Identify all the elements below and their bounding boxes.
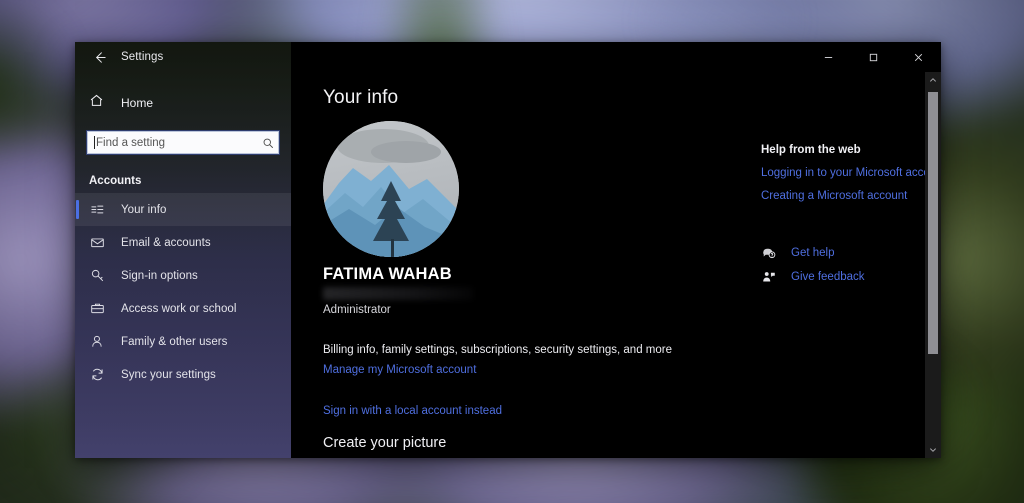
content-scroll-area: Your info FATIMA WAHAB Administrator Bil… bbox=[291, 72, 941, 458]
help-link-creating-account[interactable]: Creating a Microsoft account bbox=[761, 190, 941, 202]
avatar[interactable] bbox=[323, 121, 459, 257]
sidebar-item-signin-options[interactable]: Sign-in options bbox=[75, 259, 291, 292]
help-from-web-panel: Help from the web Logging in to your Mic… bbox=[761, 144, 941, 290]
search-icon[interactable] bbox=[262, 137, 274, 149]
sidebar-item-sync-settings[interactable]: Sync your settings bbox=[75, 358, 291, 391]
sidebar-item-access-work-school[interactable]: Access work or school bbox=[75, 292, 291, 325]
question-bubble-icon bbox=[761, 246, 777, 260]
window-controls bbox=[291, 42, 941, 72]
sidebar-item-home[interactable]: Home bbox=[75, 86, 291, 120]
scrollbar-track[interactable] bbox=[925, 88, 941, 442]
page-title: Your info bbox=[323, 87, 399, 108]
create-your-picture-heading: Create your picture bbox=[323, 435, 447, 451]
sidebar-item-label: Family & other users bbox=[121, 335, 228, 348]
feedback-person-icon bbox=[761, 270, 777, 284]
envelope-icon bbox=[89, 235, 105, 250]
back-arrow-icon[interactable] bbox=[85, 45, 113, 69]
person-icon bbox=[89, 334, 105, 349]
billing-info-text: Billing info, family settings, subscript… bbox=[323, 344, 672, 356]
search-box[interactable] bbox=[86, 130, 280, 155]
sidebar-item-email-accounts[interactable]: Email & accounts bbox=[75, 226, 291, 259]
sidebar-item-your-info[interactable]: Your info bbox=[75, 193, 291, 226]
give-feedback-action[interactable]: Give feedback bbox=[761, 266, 941, 287]
minimize-icon[interactable] bbox=[806, 42, 851, 72]
sidebar-item-family-other-users[interactable]: Family & other users bbox=[75, 325, 291, 358]
sidebar-item-label: Sync your settings bbox=[121, 368, 216, 381]
sync-icon bbox=[89, 367, 105, 382]
sidebar-item-label: Sign-in options bbox=[121, 269, 198, 282]
window-body: Settings Home Find a setting Accounts Yo… bbox=[75, 42, 941, 458]
sidebar-nav-list: Your info Email & accounts Sign-in optio… bbox=[75, 193, 291, 391]
chevron-down-icon[interactable] bbox=[925, 442, 941, 458]
home-label: Home bbox=[121, 96, 154, 110]
title-bar-left: Settings bbox=[75, 42, 291, 72]
close-icon[interactable] bbox=[896, 42, 941, 72]
search-caret bbox=[94, 136, 95, 149]
settings-window: Settings Home Find a setting Accounts Yo… bbox=[75, 42, 941, 458]
chevron-up-icon[interactable] bbox=[925, 72, 941, 88]
account-role: Administrator bbox=[323, 304, 391, 316]
key-icon bbox=[89, 268, 105, 283]
navigation-pane: Settings Home Find a setting Accounts Yo… bbox=[75, 42, 291, 458]
scrollbar-thumb[interactable] bbox=[928, 92, 938, 354]
sidebar-item-label: Your info bbox=[121, 203, 167, 216]
avatar-mountain-scene bbox=[323, 165, 459, 257]
sidebar-item-label: Access work or school bbox=[121, 302, 237, 315]
manage-microsoft-account-link[interactable]: Manage my Microsoft account bbox=[323, 364, 476, 376]
content-pane: Your info FATIMA WAHAB Administrator Bil… bbox=[291, 42, 941, 458]
sidebar-section-title: Accounts bbox=[89, 175, 142, 187]
account-email-redacted bbox=[323, 287, 473, 300]
app-title: Settings bbox=[121, 51, 164, 63]
vertical-scrollbar[interactable] bbox=[925, 72, 941, 458]
local-account-link[interactable]: Sign in with a local account instead bbox=[323, 405, 502, 417]
home-icon bbox=[89, 93, 104, 113]
help-panel-title: Help from the web bbox=[761, 144, 861, 156]
maximize-icon[interactable] bbox=[851, 42, 896, 72]
help-actions: Get help Give feedback bbox=[761, 242, 941, 287]
id-badge-icon bbox=[89, 202, 105, 217]
help-link-logging-in[interactable]: Logging in to your Microsoft account bbox=[761, 167, 941, 179]
selection-accent-bar bbox=[76, 200, 79, 219]
sidebar-item-label: Email & accounts bbox=[121, 236, 211, 249]
give-feedback-label: Give feedback bbox=[791, 270, 865, 283]
get-help-label: Get help bbox=[791, 246, 835, 259]
briefcase-icon bbox=[89, 301, 105, 316]
get-help-action[interactable]: Get help bbox=[761, 242, 941, 263]
search-input[interactable] bbox=[96, 136, 262, 149]
